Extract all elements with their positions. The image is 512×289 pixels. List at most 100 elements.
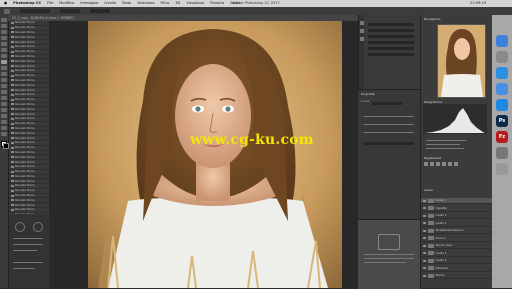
stamp-tool-icon[interactable] (1, 66, 7, 70)
eyedropper-tool-icon[interactable] (1, 48, 7, 52)
path-select-tool-icon[interactable] (1, 114, 7, 118)
apple-icon[interactable]: ● (4, 0, 7, 7)
appstore-icon[interactable] (496, 99, 508, 111)
move-tool-icon[interactable] (1, 18, 7, 22)
visibility-eye-icon[interactable] (423, 245, 426, 247)
visibility-eye-icon[interactable] (423, 215, 426, 217)
zoom-tool-icon[interactable] (1, 132, 7, 136)
history-item-label: Pennello Storia (15, 79, 34, 82)
visibility-eye-icon[interactable] (423, 260, 426, 262)
menu-testo[interactable]: Testo (122, 0, 131, 7)
vibrance-icon[interactable] (448, 162, 452, 166)
brush-angle-slider[interactable] (13, 262, 43, 263)
menu-visualizza[interactable]: Visualizza (186, 0, 204, 7)
layer-row[interactable]: Curve 2 (421, 236, 492, 242)
eraser-tool-icon[interactable] (1, 78, 7, 82)
property-slider[interactable] (364, 124, 414, 125)
menu-file[interactable]: File (47, 0, 53, 7)
visibility-eye-icon[interactable] (423, 230, 426, 232)
menu-immagine[interactable]: Immagine (80, 0, 98, 7)
layer-row[interactable]: Livello 2 (421, 221, 492, 227)
app-title: Adobe Photoshop CC 2017 (232, 0, 280, 7)
brush-spacing-slider[interactable] (13, 250, 37, 251)
launchpad-icon[interactable] (496, 51, 508, 63)
type-tool-icon[interactable] (1, 108, 7, 112)
quick-select-tool-icon[interactable] (1, 36, 7, 40)
tool-preset-icon[interactable] (4, 9, 10, 14)
layer-row[interactable]: Livello 3 (421, 251, 492, 257)
visibility-eye-icon[interactable] (423, 207, 426, 209)
mode-dropdown[interactable] (20, 9, 50, 13)
pen-tool-icon[interactable] (1, 102, 7, 106)
menu-finestra[interactable]: Finestra (210, 0, 224, 7)
channel-row[interactable] (368, 35, 414, 38)
preferences-icon[interactable] (496, 147, 508, 159)
layer-row[interactable]: Vignetta (421, 206, 492, 212)
channel-row[interactable] (368, 47, 414, 50)
preset-dropdown[interactable] (372, 102, 402, 105)
visibility-eye-icon[interactable] (423, 267, 426, 269)
lasso-tool-icon[interactable] (1, 30, 7, 34)
property-slider[interactable] (364, 116, 414, 117)
histogram-stats (426, 138, 486, 154)
menu-livello[interactable]: Livello (104, 0, 116, 7)
channel-row[interactable] (368, 53, 414, 56)
healing-tool-icon[interactable] (1, 54, 7, 58)
brush-size-slider[interactable] (13, 238, 43, 239)
safari-icon[interactable] (496, 67, 508, 79)
visibility-eye-icon[interactable] (423, 275, 426, 277)
flow-field[interactable] (90, 9, 110, 13)
visibility-eye-icon[interactable] (423, 237, 426, 239)
visibility-eye-icon[interactable] (423, 200, 426, 202)
channel-row[interactable] (368, 41, 414, 44)
marquee-tool-icon[interactable] (1, 24, 7, 28)
brush-tool-icon[interactable] (1, 60, 7, 64)
navigator-thumbnail[interactable] (437, 24, 486, 98)
dodge-tool-icon[interactable] (1, 96, 7, 100)
photoshop-icon[interactable]: Ps (496, 115, 508, 127)
brightness-icon[interactable] (424, 162, 428, 166)
history-brush-icon (11, 79, 14, 81)
visibility-eye-icon[interactable] (423, 222, 426, 224)
brush-preset-icon[interactable] (15, 222, 25, 232)
layer-row[interactable]: Sfondo copia (421, 243, 492, 249)
menu-seleziona[interactable]: Seleziona (137, 0, 154, 7)
history-item-label: Pennello Storia (15, 26, 34, 29)
opacity-field[interactable] (60, 9, 80, 13)
brush-preset-icon[interactable] (33, 222, 43, 232)
finder-icon[interactable] (496, 35, 508, 47)
brush-roundness-slider[interactable] (13, 268, 35, 269)
menu-photoshop[interactable]: Photoshop CC (13, 0, 41, 7)
layer-row[interactable]: Livello 4 (421, 258, 492, 264)
document-image[interactable] (88, 21, 342, 288)
menu-3d[interactable]: 3D (175, 0, 180, 7)
menu-modifica[interactable]: Modifica (59, 0, 74, 7)
layer-row[interactable]: Livello 1 (421, 213, 492, 219)
property-slider[interactable] (364, 132, 414, 133)
trash-icon[interactable] (496, 163, 508, 175)
hand-tool-icon[interactable] (1, 126, 7, 130)
hue-saturation-icon[interactable] (454, 162, 458, 166)
property-field[interactable] (364, 142, 414, 145)
shape-tool-icon[interactable] (1, 120, 7, 124)
exposure-icon[interactable] (442, 162, 446, 166)
channel-row[interactable] (368, 29, 414, 32)
crop-tool-icon[interactable] (1, 42, 7, 46)
brush-hardness-slider[interactable] (13, 244, 43, 245)
layer-row[interactable]: Maschera (421, 266, 492, 272)
history-item-label: Pennello Storia (15, 184, 34, 187)
curves-icon[interactable] (436, 162, 440, 166)
filezilla-icon[interactable]: Fz (496, 131, 508, 143)
layer-row[interactable]: Curve 1 (421, 198, 492, 204)
menu-filtro[interactable]: Filtro (160, 0, 169, 7)
mail-icon[interactable] (496, 83, 508, 95)
levels-icon[interactable] (430, 162, 434, 166)
history-brush-tool-icon[interactable] (1, 72, 7, 76)
gradient-tool-icon[interactable] (1, 84, 7, 88)
channel-row[interactable] (368, 23, 414, 26)
layer-row[interactable]: Tonalità/saturazione 1 (421, 228, 492, 234)
layer-row[interactable]: Sfondo (421, 273, 492, 279)
divider (364, 258, 414, 259)
blur-tool-icon[interactable] (1, 90, 7, 94)
visibility-eye-icon[interactable] (423, 252, 426, 254)
